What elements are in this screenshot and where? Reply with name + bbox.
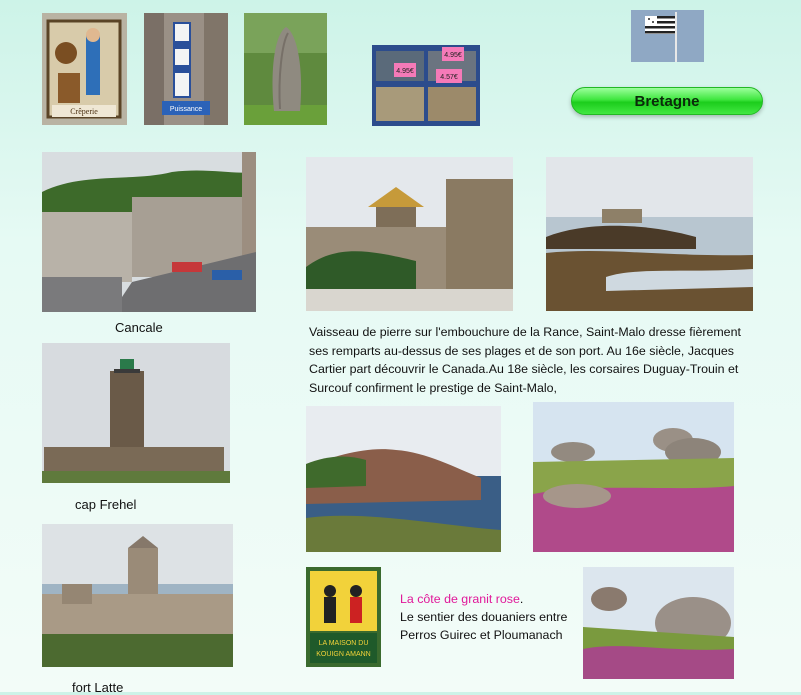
seafood-stall-photo: 4.95€ 4.95€ 4.57€ (372, 45, 480, 126)
granit-line2: Perros Guirec et Ploumanach (400, 628, 563, 642)
saint-malo-description: Vaisseau de pierre sur l'embouchure de l… (309, 325, 741, 395)
seafood-price-3: 4.57€ (440, 74, 458, 81)
granit-coast-photo-2 (533, 402, 734, 552)
seafood-price-2: 4.95€ (444, 52, 462, 59)
granit-title: La côte de granit rose (400, 592, 520, 606)
granit-description: La côte de granit rose. Le sentier des d… (400, 590, 585, 644)
saint-malo-ramparts-photo (306, 157, 513, 311)
breton-flag-photo (631, 10, 704, 62)
fort-latte-photo (42, 524, 233, 667)
granit-line1: Le sentier des douaniers entre (400, 610, 568, 624)
granit-coast-photo-3 (583, 567, 734, 679)
granit-coast-photo-1 (306, 406, 501, 552)
bretagne-button[interactable]: Bretagne (571, 87, 763, 115)
granit-title-suffix: . (519, 592, 524, 606)
creperie-sign-text: Crêperie (70, 107, 98, 116)
fort-latte-caption: fort Latte (72, 680, 124, 695)
lighthouse-sign-photo: Puissance (144, 13, 228, 125)
seafood-price-1: 4.95€ (396, 68, 414, 75)
cap-frehel-photo (42, 343, 230, 483)
lighthouse-sign-text: Puissance (170, 106, 202, 113)
menhir-photo (244, 13, 327, 125)
fort-national-photo (546, 157, 753, 311)
creperie-sign-photo: Crêperie (42, 13, 127, 125)
cancale-caption: Cancale (115, 320, 163, 335)
cancale-photo (42, 152, 256, 312)
kouign-poster-line2: KOUIGN AMANN (316, 651, 370, 658)
cap-frehel-caption: cap Frehel (75, 497, 137, 512)
kouign-poster-line1: LA MAISON DU (319, 640, 369, 647)
kouign-amann-poster: LA MAISON DU KOUIGN AMANN (306, 567, 381, 667)
